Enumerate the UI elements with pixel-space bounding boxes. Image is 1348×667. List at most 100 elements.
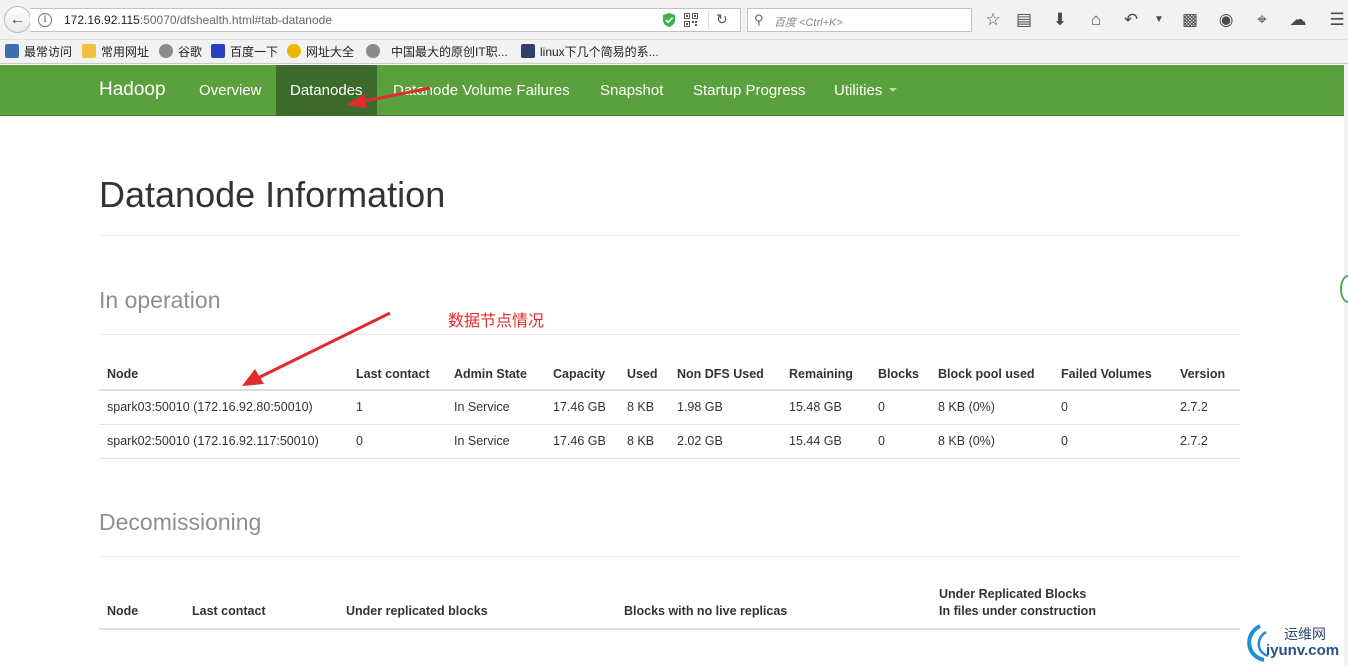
cell-failed-volumes: 0 [1053,390,1172,425]
dropdown-arrow-icon[interactable]: ▼ [1148,9,1170,31]
cell-last-contact: 0 [348,424,446,459]
column-header: Blocks with no live replicas [616,575,931,630]
navigation-icon [287,44,301,58]
nav-datanode-volume-failures[interactable]: Datanode Volume Failures [379,65,584,116]
column-header: Last contact [348,354,446,391]
search-bar[interactable]: ⚲ 百度 <Ctrl+K> [747,8,972,32]
side-widget[interactable] [1340,275,1348,303]
site-icon [521,44,535,58]
nav-startup-progress[interactable]: Startup Progress [679,65,820,116]
folder-icon [82,44,96,58]
bookmark-item[interactable]: 谷歌 [159,43,202,61]
bookmark-item[interactable]: 百度一下 [211,43,278,61]
back-arrow-icon[interactable]: ← [4,6,31,33]
cell-version: 2.7.2 [1172,390,1240,425]
bookmark-item[interactable]: 最常访问 [5,43,72,61]
cell-last-contact: 1 [348,390,446,425]
cell-non-dfs-used: 1.98 GB [669,390,781,425]
reload-icon[interactable]: ↻ [716,11,728,28]
watermark-text: 运维网 [1284,626,1326,642]
urlbar-divider [708,11,709,29]
cell-block-pool-used: 8 KB (0%) [930,390,1053,425]
search-icon: ⚲ [754,12,764,27]
column-header: Blocks [870,354,930,391]
section-title-in-operation: In operation [99,287,221,313]
undo-icon[interactable]: ↶ [1120,9,1142,31]
reading-list-icon[interactable]: ▤ [1013,9,1035,31]
cell-capacity: 17.46 GB [545,390,619,425]
section-title-decomissioning: Decomissioning [99,509,262,535]
nav-datanodes[interactable]: Datanodes [276,65,377,116]
column-header: Admin State [446,354,545,391]
hadoop-navbar: Hadoop Overview Datanodes Datanode Volum… [0,65,1344,116]
bookmarks-bar: 最常访问 常用网址 谷歌 百度一下 网址大全 中国最大的原创IT职... lin… [0,40,1348,64]
chat-bubble-icon[interactable]: ◉ [1215,9,1237,31]
cell-version: 2.7.2 [1172,424,1240,459]
column-header: Used [619,354,669,391]
nav-snapshot[interactable]: Snapshot [586,65,677,116]
cell-node: spark03:50010 (172.16.92.80:50010) [99,390,348,425]
header-line: In files under construction [939,604,1096,618]
table-row: spark02:50010 (172.16.92.117:50010) 0 In… [99,424,1240,459]
baidu-paw-icon [211,44,225,58]
column-header: Under replicated blocks [338,575,616,630]
nav-overview[interactable]: Overview [185,65,276,116]
cell-used: 8 KB [619,390,669,425]
column-header: Node [99,354,348,391]
column-header: Non DFS Used [669,354,781,391]
url-bar[interactable]: i 172.16.92.115:50070/dfshealth.html#tab… [30,8,741,32]
column-header: Remaining [781,354,870,391]
globe-icon [366,44,380,58]
bookmark-item[interactable]: linux下几个简易的系... [521,43,659,61]
menu-icon[interactable]: ☰ [1326,9,1348,31]
crop-icon[interactable]: ⌖ [1251,9,1273,31]
scrollbar[interactable] [1344,64,1348,667]
column-header: Under Replicated Blocks In files under co… [931,575,1240,630]
bookmark-star-icon[interactable]: ☆ [982,9,1004,31]
column-header: Last contact [184,575,338,630]
table-header-row: Node Last contact Under replicated block… [99,575,1240,630]
nav-utilities[interactable]: Utilities [820,65,911,116]
bookmark-item[interactable]: 常用网址 [82,43,149,61]
brand-logo[interactable]: Hadoop [99,79,166,101]
cell-blocks: 0 [870,424,930,459]
download-icon[interactable]: ⬇ [1049,9,1071,31]
table-header-row: Node Last contact Admin State Capacity U… [99,354,1240,391]
column-header: Failed Volumes [1053,354,1172,391]
cell-node: spark02:50010 (172.16.92.117:50010) [99,424,348,459]
watermark-url: iyunv.com [1266,642,1340,659]
divider [99,235,1240,236]
cell-remaining: 15.44 GB [781,424,870,459]
globe-icon [159,44,173,58]
divider [99,334,1240,335]
reader-view-icon[interactable]: ▩ [1179,9,1201,31]
cell-block-pool-used: 8 KB (0%) [930,424,1053,459]
cell-admin-state: In Service [446,424,545,459]
header-line: Under Replicated Blocks [939,587,1087,601]
divider [99,556,1240,557]
home-icon[interactable]: ⌂ [1085,9,1107,31]
weather-icon[interactable]: ☁ [1287,9,1309,31]
shield-icon[interactable] [662,12,676,28]
column-header: Version [1172,354,1240,391]
cell-blocks: 0 [870,390,930,425]
column-header: Block pool used [930,354,1053,391]
column-header: Node [99,575,184,630]
bookmark-item[interactable]: 中国最大的原创IT职... [366,43,508,61]
url-text[interactable]: 172.16.92.115:50070/dfshealth.html#tab-d… [64,13,332,27]
annotation-label: 数据节点情况 [448,313,545,330]
search-placeholder: 百度 <Ctrl+K> [774,17,843,29]
page-title: Datanode Information [99,174,446,215]
info-icon[interactable]: i [38,13,52,27]
column-header: Capacity [545,354,619,391]
bookmark-icon [5,44,19,58]
cell-admin-state: In Service [446,390,545,425]
bookmark-item[interactable]: 网址大全 [287,43,354,61]
table-row: spark03:50010 (172.16.92.80:50010) 1 In … [99,390,1240,425]
decomissioning-table: Node Last contact Under replicated block… [99,575,1240,630]
browser-toolbar: ← i 172.16.92.115:50070/dfshealth.html#t… [0,0,1348,40]
cell-capacity: 17.46 GB [545,424,619,459]
qr-code-icon[interactable] [684,13,698,27]
in-operation-table: Node Last contact Admin State Capacity U… [99,354,1240,459]
cell-non-dfs-used: 2.02 GB [669,424,781,459]
